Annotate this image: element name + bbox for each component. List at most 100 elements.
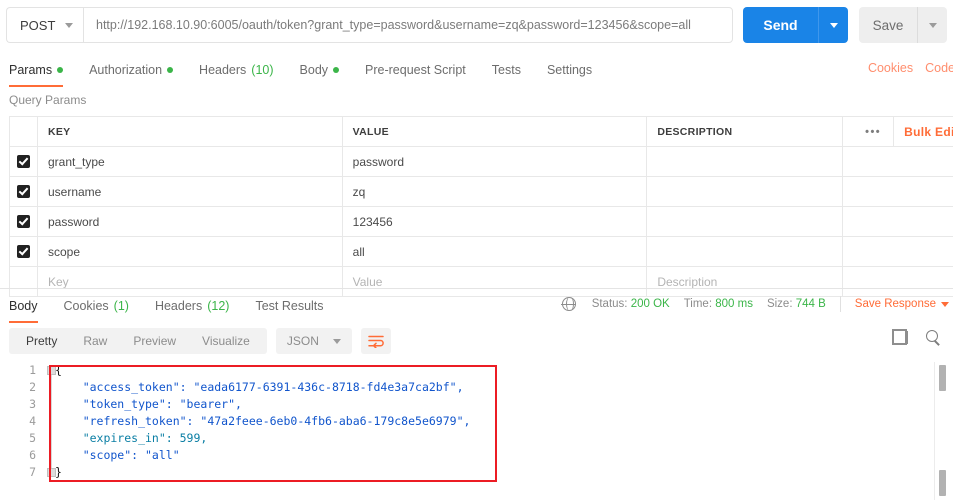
more-options-icon[interactable]: ••• (853, 126, 881, 138)
format-value: JSON (286, 334, 319, 348)
status-group: Status: 200 OK (592, 298, 670, 310)
tab-label: Pre-request Script (365, 63, 466, 77)
bulk-edit-button[interactable]: Bulk Edit (893, 117, 953, 146)
row-description[interactable] (647, 147, 844, 176)
table-row[interactable]: scope all (10, 237, 953, 267)
response-tab-headers[interactable]: Headers (12) (155, 291, 229, 321)
row-checkbox[interactable] (10, 207, 38, 236)
view-raw[interactable]: Raw (70, 328, 120, 354)
http-method-value: POST (20, 17, 56, 33)
tab-pre-request-script[interactable]: Pre-request Script (365, 55, 466, 85)
response-tab-test-results[interactable]: Test Results (255, 291, 323, 321)
code-lines[interactable]: { "access_token": "eada6177-6391-436c-87… (55, 362, 470, 481)
save-options-button[interactable] (917, 7, 947, 43)
tab-headers[interactable]: Headers (10) (199, 55, 273, 85)
code-line: "token_type": "bearer", (55, 397, 242, 411)
time-label: Time: (683, 298, 713, 310)
time-value: 800 ms (715, 298, 753, 310)
tab-body[interactable]: Body (300, 55, 340, 85)
scrollbar-thumb[interactable] (939, 470, 946, 496)
row-actions (843, 237, 953, 266)
code-line: "refresh_token": "47a2feee-6eb0-4fb6-aba… (55, 414, 471, 428)
line-number: 3 (29, 397, 36, 411)
response-toolbar: Pretty Raw Preview Visualize JSON (9, 328, 391, 354)
row-description[interactable] (647, 207, 844, 236)
response-view-switch: Pretty Raw Preview Visualize (9, 328, 267, 354)
query-params-label: Query Params (9, 93, 87, 107)
tab-label: Tests (491, 63, 521, 77)
response-tab-cookies[interactable]: Cookies (1) (64, 291, 129, 321)
request-url-bar: POST http://192.168.10.90:6005/oauth/tok… (0, 0, 953, 50)
save-button[interactable]: Save (859, 7, 917, 43)
row-key[interactable]: grant_type (38, 147, 343, 176)
row-actions (843, 147, 953, 176)
code-line: "scope": "all" (55, 448, 180, 462)
tab-count: (1) (113, 299, 129, 313)
scrollbar-thumb[interactable] (939, 365, 946, 391)
row-actions (843, 267, 953, 296)
send-button[interactable]: Send (743, 7, 818, 43)
row-checkbox[interactable] (10, 147, 38, 176)
row-value[interactable]: zq (343, 177, 648, 206)
modified-dot-icon (57, 67, 64, 73)
tab-label: Headers (199, 63, 247, 77)
row-key[interactable]: password (38, 207, 343, 236)
copy-icon[interactable] (892, 329, 908, 345)
row-key[interactable]: username (38, 177, 343, 206)
row-checkbox[interactable] (10, 177, 38, 206)
row-value[interactable]: 123456 (343, 207, 648, 236)
divider (839, 296, 841, 312)
save-button-group: Save (859, 7, 947, 43)
row-value-placeholder[interactable]: Value (343, 267, 648, 296)
tab-authorization[interactable]: Authorization (89, 55, 174, 85)
time-group: Time: 800 ms (684, 298, 753, 310)
code-link[interactable]: Code (925, 61, 953, 75)
wrap-lines-icon (368, 335, 384, 348)
url-input[interactable]: http://192.168.10.90:6005/oauth/token?gr… (83, 7, 733, 43)
tab-label: Cookies (63, 299, 109, 313)
view-pretty[interactable]: Pretty (13, 328, 70, 354)
header-key: KEY (38, 117, 343, 146)
response-tab-body[interactable]: Body (9, 291, 38, 323)
tab-params[interactable]: Params (9, 55, 64, 87)
line-number: 2 (29, 380, 36, 394)
response-tab-bar: Body Cookies (1) Headers (12) Test Resul… (9, 291, 350, 323)
wrap-lines-button[interactable] (360, 328, 391, 354)
tab-settings[interactable]: Settings (547, 55, 592, 85)
http-method-select[interactable]: POST (6, 7, 83, 43)
row-key[interactable]: scope (38, 237, 343, 266)
row-description[interactable] (647, 177, 844, 206)
chevron-down-icon (829, 22, 838, 28)
table-row[interactable]: grant_type password (10, 147, 953, 177)
row-description-placeholder[interactable]: Description (647, 267, 844, 296)
request-tab-actions: Cookies Code (868, 61, 953, 75)
view-preview[interactable]: Preview (120, 328, 189, 354)
request-tab-bar: Params Authorization Headers (10) Body P… (0, 55, 953, 87)
table-row[interactable]: username zq (10, 177, 953, 207)
globe-icon[interactable] (561, 296, 576, 312)
save-response-button[interactable]: Save Response (855, 298, 949, 310)
cookies-link[interactable]: Cookies (868, 61, 913, 75)
size-label: Size: (766, 298, 793, 310)
header-description: DESCRIPTION (647, 117, 844, 146)
row-description[interactable] (647, 237, 844, 266)
response-body-scrollbar[interactable] (934, 362, 948, 500)
row-value[interactable]: all (343, 237, 648, 266)
checkbox-checked-icon (16, 215, 30, 228)
tab-count: (12) (207, 299, 230, 313)
response-format-select[interactable]: JSON (275, 328, 352, 354)
query-params-table: KEY VALUE DESCRIPTION ••• Bulk Edit gran… (9, 116, 953, 297)
response-divider (0, 288, 953, 289)
url-text: http://192.168.10.90:6005/oauth/token?gr… (96, 18, 691, 32)
tab-tests[interactable]: Tests (492, 55, 521, 85)
table-row[interactable]: password 123456 (10, 207, 953, 237)
chevron-down-icon (332, 338, 341, 344)
view-visualize[interactable]: Visualize (189, 328, 263, 354)
line-number: 4 (29, 414, 36, 428)
row-checkbox[interactable] (10, 237, 38, 266)
search-icon[interactable] (926, 330, 941, 345)
code-line: "expires_in": 599, (55, 431, 208, 445)
fold-guide-line (51, 375, 52, 468)
row-value[interactable]: password (343, 147, 648, 176)
send-options-button[interactable] (818, 7, 848, 43)
